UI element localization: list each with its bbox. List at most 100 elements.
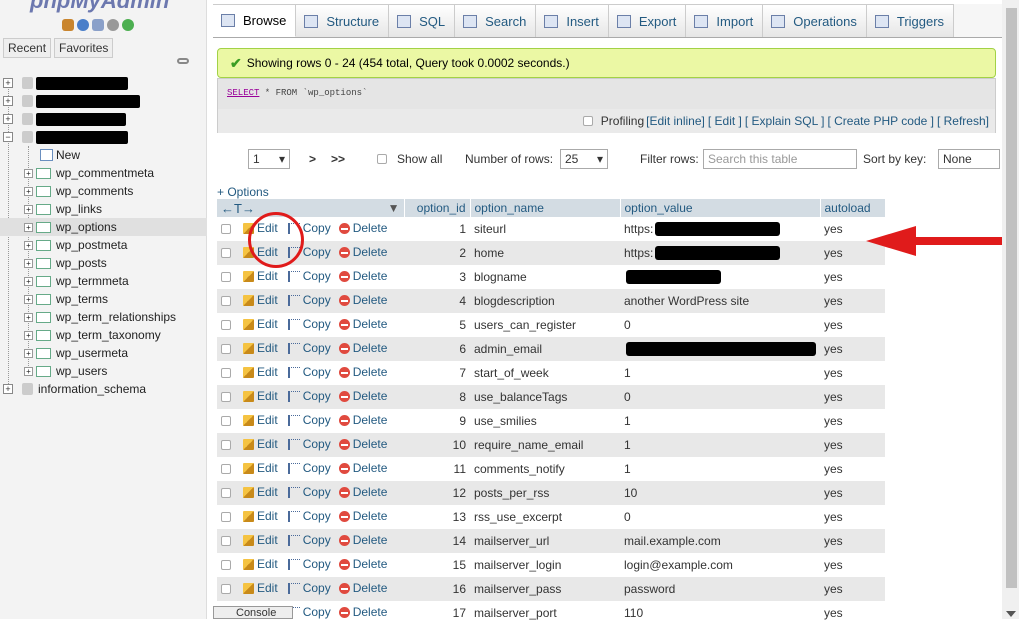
- row-checkbox[interactable]: [221, 488, 231, 498]
- delete-button[interactable]: Delete: [339, 269, 388, 283]
- profiling-checkbox[interactable]: [583, 116, 593, 126]
- sidebar-item-wp_term_relationships[interactable]: +wp_term_relationships: [0, 308, 207, 326]
- copy-button[interactable]: Copy: [288, 413, 331, 427]
- sidebar-item-wp_termmeta[interactable]: +wp_termmeta: [0, 272, 207, 290]
- copy-button[interactable]: Copy: [288, 389, 331, 403]
- chevron-down-icon[interactable]: ▼: [388, 201, 400, 215]
- expand-icon[interactable]: +: [3, 78, 13, 88]
- tab-structure[interactable]: Structure: [296, 4, 389, 37]
- delete-button[interactable]: Delete: [339, 413, 388, 427]
- tab-triggers[interactable]: Triggers: [867, 4, 954, 37]
- edit-button[interactable]: Edit: [243, 461, 278, 475]
- edit-button[interactable]: Edit: [243, 389, 278, 403]
- delete-button[interactable]: Delete: [339, 341, 388, 355]
- next-button[interactable]: >: [309, 148, 316, 170]
- edit-button[interactable]: Edit: [243, 317, 278, 331]
- db-row-redacted-3[interactable]: +: [0, 110, 207, 128]
- delete-button[interactable]: Delete: [339, 533, 388, 547]
- row-checkbox[interactable]: [221, 392, 231, 402]
- copy-button[interactable]: Copy: [288, 437, 331, 451]
- expand-icon[interactable]: +: [3, 96, 13, 106]
- col-option-name[interactable]: option_name: [470, 199, 620, 217]
- delete-button[interactable]: Delete: [339, 509, 388, 523]
- sidebar-item-wp_users[interactable]: +wp_users: [0, 362, 207, 380]
- edit-link[interactable]: [ Edit ]: [708, 114, 742, 128]
- tab-sql[interactable]: SQL: [389, 4, 455, 37]
- sidebar-item-wp_posts[interactable]: +wp_posts: [0, 254, 207, 272]
- delete-button[interactable]: Delete: [339, 389, 388, 403]
- delete-button[interactable]: Delete: [339, 365, 388, 379]
- delete-button[interactable]: Delete: [339, 605, 388, 619]
- expand-icon[interactable]: +: [3, 114, 13, 124]
- expand-icon[interactable]: +: [24, 187, 33, 196]
- help-icon[interactable]: [77, 19, 89, 31]
- collapse-icon[interactable]: −: [3, 132, 13, 142]
- row-checkbox[interactable]: [221, 560, 231, 570]
- row-checkbox[interactable]: [221, 320, 231, 330]
- edit-button[interactable]: Edit: [243, 365, 278, 379]
- refresh-link[interactable]: [ Refresh]: [937, 114, 989, 128]
- link-icon[interactable]: [177, 58, 189, 64]
- last-button[interactable]: >>: [331, 148, 345, 170]
- expand-icon[interactable]: +: [24, 295, 33, 304]
- gear-icon[interactable]: [107, 19, 119, 31]
- tab-operations[interactable]: Operations: [763, 4, 867, 37]
- edit-button[interactable]: Edit: [243, 485, 278, 499]
- row-checkbox[interactable]: [221, 416, 231, 426]
- copy-button[interactable]: Copy: [288, 269, 331, 283]
- copy-button[interactable]: Copy: [288, 557, 331, 571]
- db-information-schema[interactable]: + information_schema: [0, 380, 207, 398]
- tab-search[interactable]: Search: [455, 4, 536, 37]
- sidebar-item-wp_options[interactable]: +wp_options: [0, 218, 207, 236]
- copy-button[interactable]: Copy: [288, 485, 331, 499]
- copy-button[interactable]: Copy: [288, 509, 331, 523]
- copy-button[interactable]: Copy: [288, 365, 331, 379]
- edit-button[interactable]: Edit: [243, 557, 278, 571]
- delete-button[interactable]: Delete: [339, 221, 388, 235]
- show-all-checkbox[interactable]: [377, 154, 387, 164]
- expand-icon[interactable]: +: [24, 241, 33, 250]
- recent-tab[interactable]: Recent: [3, 38, 51, 58]
- home-icon[interactable]: [62, 19, 74, 31]
- copy-button[interactable]: Copy: [288, 293, 331, 307]
- reload-icon[interactable]: [122, 19, 134, 31]
- delete-button[interactable]: Delete: [339, 437, 388, 451]
- console-button[interactable]: Console: [213, 606, 293, 619]
- explain-sql-link[interactable]: [ Explain SQL ]: [745, 114, 825, 128]
- expand-icon[interactable]: +: [24, 259, 33, 268]
- delete-button[interactable]: Delete: [339, 245, 388, 259]
- delete-button[interactable]: Delete: [339, 557, 388, 571]
- copy-button[interactable]: Copy: [288, 461, 331, 475]
- row-checkbox[interactable]: [221, 368, 231, 378]
- tab-import[interactable]: Import: [686, 4, 763, 37]
- expand-icon[interactable]: +: [24, 313, 33, 322]
- page-select[interactable]: 1▾: [248, 149, 290, 169]
- row-checkbox[interactable]: [221, 344, 231, 354]
- copy-button[interactable]: Copy: [288, 533, 331, 547]
- expand-icon[interactable]: +: [24, 169, 33, 178]
- expand-icon[interactable]: +: [3, 384, 13, 394]
- sidebar-item-wp_postmeta[interactable]: +wp_postmeta: [0, 236, 207, 254]
- scroll-down-arrow[interactable]: [1006, 611, 1016, 617]
- actions-header[interactable]: ←T→▼: [217, 199, 404, 217]
- row-checkbox[interactable]: [221, 272, 231, 282]
- expand-icon[interactable]: +: [24, 349, 33, 358]
- scroll-thumb[interactable]: [1006, 8, 1017, 588]
- delete-button[interactable]: Delete: [339, 485, 388, 499]
- copy-button[interactable]: Copy: [288, 341, 331, 355]
- filter-input[interactable]: Search this table: [703, 149, 857, 169]
- options-link[interactable]: + Options: [217, 185, 269, 199]
- row-checkbox[interactable]: [221, 296, 231, 306]
- db-row-redacted-4[interactable]: −: [0, 128, 207, 146]
- sidebar-item-wp_terms[interactable]: +wp_terms: [0, 290, 207, 308]
- col-autoload[interactable]: autoload: [820, 199, 885, 217]
- show-all[interactable]: Show all: [377, 148, 442, 170]
- expand-icon[interactable]: +: [24, 331, 33, 340]
- row-checkbox[interactable]: [221, 584, 231, 594]
- expand-icon[interactable]: +: [24, 277, 33, 286]
- edit-button[interactable]: Edit: [243, 413, 278, 427]
- tab-insert[interactable]: Insert: [536, 4, 609, 37]
- tab-browse[interactable]: Browse: [213, 4, 296, 37]
- col-option-id[interactable]: option_id: [404, 199, 470, 217]
- new-table-item[interactable]: New: [0, 146, 207, 164]
